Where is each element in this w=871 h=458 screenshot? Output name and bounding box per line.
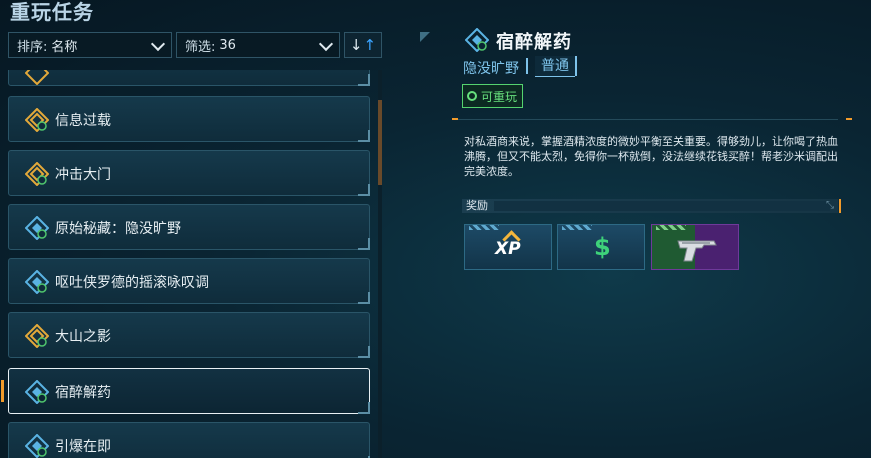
- filter-label: 筛选:: [185, 39, 216, 55]
- mission-label: 引爆在即: [55, 439, 111, 455]
- chevron-down-icon: [150, 36, 166, 52]
- list-item[interactable]: 信息过载: [8, 96, 370, 142]
- mission-label: 宿醉解药: [55, 385, 111, 401]
- sort-value: 名称: [51, 39, 78, 55]
- gold-mission-icon: [24, 70, 50, 86]
- replay-icon: [467, 91, 477, 101]
- blue-mission-icon: [24, 433, 50, 458]
- arrow-down-icon: ↓: [349, 36, 363, 54]
- arrow-up-icon: ↑: [363, 36, 377, 54]
- blue-mission-icon: [24, 269, 50, 295]
- difficulty-tag: 普通: [535, 56, 577, 77]
- chevron-down-icon: [318, 36, 334, 52]
- pistol-icon: [674, 237, 720, 267]
- corner-arrow-icon: ⤡: [826, 200, 834, 211]
- gold-mission-icon: [24, 323, 50, 349]
- mission-label: 大山之影: [55, 329, 111, 345]
- list-item[interactable]: 呕吐侠罗德的摇滚咏叹调: [8, 258, 370, 304]
- scrollbar-thumb[interactable]: [378, 100, 382, 185]
- gold-mission-icon: [24, 107, 50, 133]
- sort-label: 排序:: [17, 39, 48, 55]
- blue-mission-icon: [24, 379, 50, 405]
- reward-weapon[interactable]: [651, 224, 739, 270]
- xp-icon: XP: [495, 239, 521, 259]
- money-icon: $: [594, 233, 611, 261]
- divider-accent: [452, 118, 458, 120]
- mission-label: 呕吐侠罗德的摇滚咏叹调: [55, 275, 209, 291]
- filter-select[interactable]: 筛选: 36: [176, 32, 340, 58]
- reward-money[interactable]: $: [557, 224, 645, 270]
- stripe-decoration: [656, 225, 686, 230]
- divider: [452, 119, 838, 120]
- mission-title: 宿醉解药: [496, 32, 572, 53]
- page-title: 重玩任务: [10, 0, 94, 24]
- sort-select[interactable]: 排序: 名称: [8, 32, 172, 58]
- list-item[interactable]: 引爆在即: [8, 422, 370, 458]
- list-item-selected[interactable]: 宿醉解药: [8, 368, 370, 414]
- rewards-accent: [839, 199, 841, 213]
- filter-value: 36: [219, 37, 236, 53]
- mission-list: 信息过载 冲击大门 原始秘藏：隐没旷野 呕吐侠罗德的摇滚咏叹调 大山之影 宿醉解…: [8, 70, 370, 458]
- reward-xp[interactable]: XP: [464, 224, 552, 270]
- region-tag: 隐没旷野: [463, 61, 519, 77]
- mission-label: 信息过载: [55, 113, 111, 129]
- list-item-partial[interactable]: [8, 70, 370, 86]
- sort-direction-button[interactable]: ↓ ↑: [344, 32, 382, 58]
- mission-detail-icon: [464, 27, 490, 53]
- tag-separator: [526, 58, 528, 74]
- stripe-decoration: [469, 225, 499, 230]
- blue-mission-icon: [24, 215, 50, 241]
- selection-marker: [1, 380, 4, 402]
- mission-label: 冲击大门: [55, 167, 111, 183]
- rewards-label: 奖励: [466, 199, 488, 212]
- rewards-bar: [494, 201, 830, 211]
- stripe-decoration: [562, 225, 592, 230]
- divider-accent: [846, 118, 852, 120]
- list-item[interactable]: 原始秘藏：隐没旷野: [8, 204, 370, 250]
- replayable-label: 可重玩: [481, 89, 518, 104]
- sort-filter-bar: 排序: 名称 筛选: 36 ↓ ↑: [8, 32, 382, 58]
- replayable-badge: 可重玩: [462, 84, 524, 108]
- list-item[interactable]: 冲击大门: [8, 150, 370, 196]
- rewards-header: 奖励 ⤡: [462, 199, 841, 213]
- mission-label: 原始秘藏：隐没旷野: [55, 221, 181, 237]
- corner-bracket: [420, 32, 430, 42]
- list-item[interactable]: 大山之影: [8, 312, 370, 358]
- mission-description: 对私酒商来说，掌握酒精浓度的微妙平衡至关重要。得够劲儿，让你喝了热血沸腾，但又不…: [464, 135, 838, 178]
- gold-mission-icon: [24, 161, 50, 187]
